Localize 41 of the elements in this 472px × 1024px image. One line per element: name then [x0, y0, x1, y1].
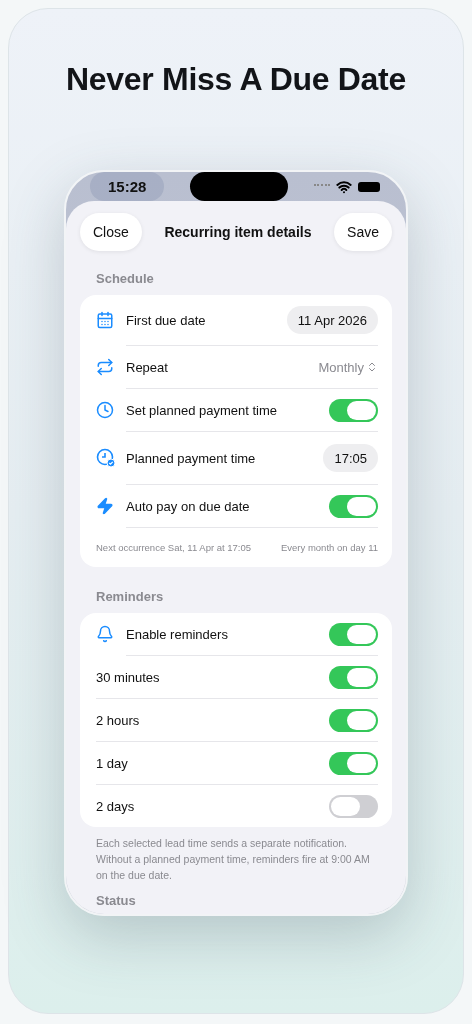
wifi-icon — [336, 178, 352, 195]
toggle-switch[interactable] — [329, 622, 378, 646]
clock-icon — [96, 401, 114, 419]
status-time: 15:28 — [90, 172, 165, 201]
bell-icon — [96, 625, 114, 643]
toggle-switch[interactable] — [329, 708, 378, 732]
next-occurrence-text: Next occurrence Sat, 11 Apr at 17:05 — [96, 542, 252, 553]
frequency-text: Every month on day 11 — [281, 542, 378, 553]
chevron-icon — [366, 361, 378, 373]
toggle-switch[interactable] — [329, 794, 378, 818]
close-button[interactable]: Close — [80, 213, 142, 251]
lightning-icon — [96, 497, 114, 515]
toggle-switch[interactable] — [329, 398, 378, 422]
headline: Never Miss A Due Date — [66, 61, 406, 98]
repeat-menu[interactable]: Monthly — [318, 359, 378, 375]
row-label: 30 minutes — [96, 669, 161, 685]
row-label: 2 hours — [96, 712, 141, 728]
row-label: Enable reminders — [126, 626, 229, 642]
toggle-switch[interactable] — [329, 751, 378, 775]
section-header: Schedule — [96, 271, 155, 286]
section-header: Reminders — [96, 589, 165, 604]
calendar-icon — [96, 311, 114, 329]
toggle-switch[interactable] — [329, 494, 378, 518]
clock-check-icon — [96, 448, 116, 468]
battery-icon — [358, 181, 380, 192]
row-label: 1 day — [96, 755, 129, 771]
row-label: Repeat — [126, 359, 169, 375]
value-pill[interactable]: 17:05 — [323, 444, 378, 472]
row-label: Auto pay on due date — [126, 498, 251, 514]
sheet-title: Recurring item details — [164, 224, 312, 240]
row-label: First due date — [126, 312, 207, 328]
repeat-icon — [96, 358, 114, 376]
row-label: Planned payment time — [126, 450, 257, 466]
row-label: Set planned payment time — [126, 402, 279, 418]
reminders-note: Each selected lead time sends a separate notification. Without a planned payment time, reminders fire at 9:00 AM on the due date. — [96, 836, 371, 883]
toggle-switch[interactable] — [329, 665, 378, 689]
section-header: Status — [96, 893, 137, 908]
row-label: 2 days — [96, 798, 136, 814]
save-button[interactable]: Save — [334, 213, 392, 251]
value-pill[interactable]: 11 Apr 2026 — [286, 306, 378, 334]
signal-icon — [314, 184, 330, 189]
